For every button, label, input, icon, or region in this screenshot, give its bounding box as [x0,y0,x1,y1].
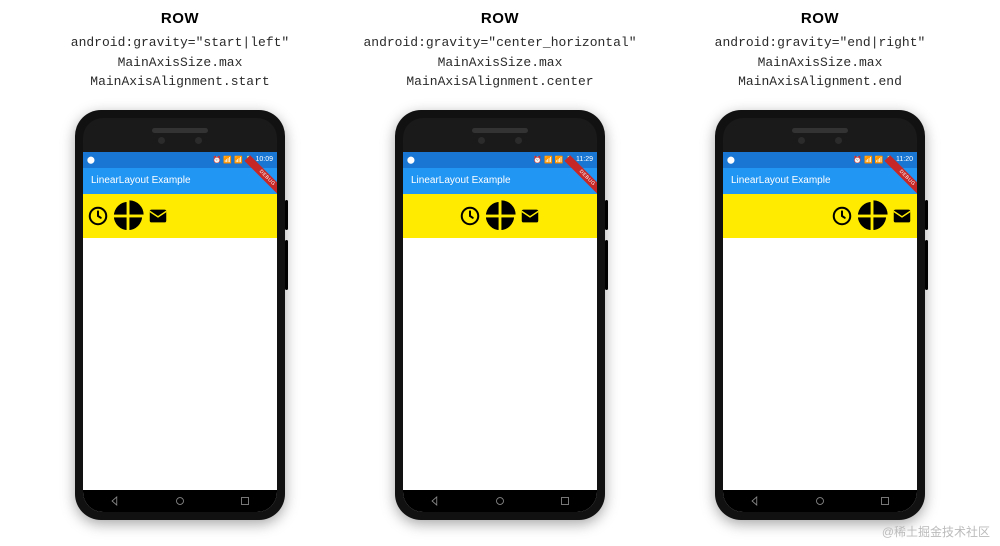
volume-button [605,240,608,290]
size-line: MainAxisSize.max [438,53,563,73]
phone-frame: ⬤ ⏰ 📶 📶 🔋 11:20 LinearLayout Example DEB… [715,110,925,520]
size-line: MainAxisSize.max [758,53,883,73]
phone-sensors [723,137,917,144]
phone-screen: ⬤ ⏰ 📶 📶 🔋 11:20 LinearLayout Example DEB… [723,152,917,512]
power-button [605,200,608,230]
phone-speaker [472,128,528,133]
volume-button [925,240,928,290]
screen-body [403,238,597,490]
phone-frame: ⬤ ⏰ 📶 📶 🔋 11:29 LinearLayout Example DEB… [395,110,605,520]
phone-screen: ⬤ ⏰ 📶 📶 🔋 11:29 LinearLayout Example DEB… [403,152,597,512]
gravity-line: android:gravity="start|left" [71,33,289,53]
status-time: 11:20 [896,156,913,163]
android-nav-bar [723,490,917,512]
screen-body [723,238,917,490]
recents-icon [238,494,252,508]
align-line: MainAxisAlignment.center [406,72,593,92]
app-bar: LinearLayout Example DEBUG [403,168,597,194]
align-line: MainAxisAlignment.start [90,72,269,92]
mail-icon [891,205,913,227]
watermark-text: @稀土掘金技术社区 [882,523,990,540]
android-nav-bar [83,490,277,512]
phone-speaker [792,128,848,133]
column-title: ROW [801,10,839,27]
phone-speaker [152,128,208,133]
column-title: ROW [481,10,519,27]
row-widget [403,194,597,238]
size-line: MainAxisSize.max [118,53,243,73]
phone-sensors [403,137,597,144]
phone-screen: ⬤ ⏰ 📶 📶 🔋 10:09 LinearLayout Example DEB… [83,152,277,512]
diagram-columns: ROW android:gravity="start|left" MainAxi… [0,0,1000,520]
recents-icon [878,494,892,508]
status-left: ⬤ [727,156,735,164]
clock-icon [831,205,853,227]
example-column: ROW android:gravity="end|right" MainAxis… [670,10,970,520]
status-right: ⏰ 📶 📶 🔋 11:29 [533,156,593,164]
gravity-line: android:gravity="end|right" [715,33,926,53]
mail-icon [519,205,541,227]
row-widget [723,194,917,238]
appbar-title: LinearLayout Example [91,175,191,186]
screen-body [83,238,277,490]
power-button [285,200,288,230]
clock-icon [459,205,481,227]
pie-chart-icon [111,199,145,233]
pie-chart-icon [483,199,517,233]
power-button [925,200,928,230]
app-bar: LinearLayout Example DEBUG [83,168,277,194]
home-icon [173,494,187,508]
pie-chart-icon [855,199,889,233]
phone-sensors [83,137,277,144]
back-icon [748,494,762,508]
clock-icon [87,205,109,227]
gravity-line: android:gravity="center_horizontal" [363,33,636,53]
status-time: 11:29 [576,156,593,163]
column-title: ROW [161,10,199,27]
align-line: MainAxisAlignment.end [738,72,902,92]
status-left: ⬤ [87,156,95,164]
mail-icon [147,205,169,227]
phone-frame: ⬤ ⏰ 📶 📶 🔋 10:09 LinearLayout Example DEB… [75,110,285,520]
status-time: 10:09 [255,156,273,163]
volume-button [285,240,288,290]
app-bar: LinearLayout Example DEBUG [723,168,917,194]
appbar-title: LinearLayout Example [411,175,511,186]
example-column: ROW android:gravity="start|left" MainAxi… [30,10,330,520]
home-icon [813,494,827,508]
android-nav-bar [403,490,597,512]
back-icon [428,494,442,508]
home-icon [493,494,507,508]
example-column: ROW android:gravity="center_horizontal" … [350,10,650,520]
recents-icon [558,494,572,508]
back-icon [108,494,122,508]
status-right: ⏰ 📶 📶 🔋 11:20 [853,156,913,164]
status-right: ⏰ 📶 📶 🔋 10:09 [213,156,273,164]
row-widget [83,194,277,238]
appbar-title: LinearLayout Example [731,175,831,186]
status-left: ⬤ [407,156,415,164]
